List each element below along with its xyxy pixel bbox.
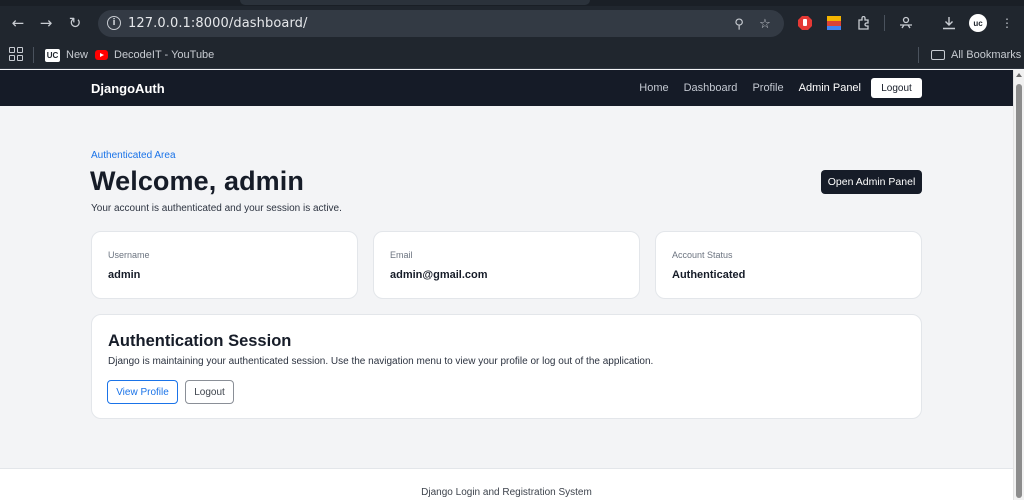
- site-info-icon[interactable]: i: [107, 16, 121, 30]
- apps-grid-icon[interactable]: [9, 47, 23, 61]
- page-title: Welcome, admin: [90, 166, 304, 196]
- scroll-up-arrow-icon[interactable]: [1016, 73, 1022, 77]
- forward-arrow-icon[interactable]: →: [35, 12, 57, 34]
- zoom-icon[interactable]: ⚲: [730, 15, 748, 33]
- all-bookmarks[interactable]: All Bookmarks: [918, 46, 1021, 64]
- open-admin-panel-button[interactable]: Open Admin Panel: [821, 170, 922, 194]
- bookmarks-bar: UC New DecodeIT - YouTube All Bookmarks: [0, 42, 1024, 69]
- scrollbar-thumb[interactable]: [1016, 84, 1022, 498]
- stat-label: Username: [108, 250, 150, 260]
- uc-icon: UC: [45, 48, 60, 62]
- bookmark-youtube[interactable]: DecodeIT - YouTube: [95, 46, 214, 64]
- bookmark-star-icon[interactable]: ☆: [756, 15, 774, 33]
- more-menu-icon[interactable]: ⋮: [998, 14, 1016, 32]
- page-scrollbar[interactable]: [1013, 70, 1024, 500]
- page-subtitle: Your account is authenticated and your s…: [91, 203, 342, 214]
- active-tab[interactable]: [240, 0, 590, 5]
- stat-label: Email: [390, 250, 413, 260]
- back-arrow-icon[interactable]: ←: [7, 12, 29, 34]
- folder-icon: [931, 50, 945, 60]
- pro-extension-icon[interactable]: [825, 14, 843, 32]
- youtube-icon: [95, 50, 108, 60]
- bookmark-label: DecodeIT - YouTube: [114, 49, 215, 61]
- all-bookmarks-label: All Bookmarks: [951, 49, 1022, 61]
- address-bar[interactable]: i 127.0.0.1:8000/dashboard/ ⚲ ☆: [98, 10, 784, 37]
- session-description: Django is maintaining your authenticated…: [108, 356, 654, 367]
- adblock-extension-icon[interactable]: [796, 14, 814, 32]
- download-icon[interactable]: [940, 14, 958, 32]
- nav-link-dashboard[interactable]: Dashboard: [684, 82, 738, 94]
- url-text[interactable]: 127.0.0.1:8000/dashboard/: [128, 16, 308, 31]
- bookmarks-divider: [918, 47, 919, 63]
- section-eyebrow: Authenticated Area: [91, 150, 176, 161]
- reload-icon[interactable]: ↻: [64, 12, 86, 34]
- browser-toolbar: ← → ↻ i 127.0.0.1:8000/dashboard/ ⚲ ☆ uc…: [0, 0, 1024, 46]
- footer-text: Django Login and Registration System: [421, 487, 592, 498]
- nav-link-profile[interactable]: Profile: [752, 82, 783, 94]
- nav-links: Home Dashboard Profile Admin Panel: [639, 82, 861, 94]
- tab-search-icon[interactable]: [897, 14, 915, 32]
- nav-link-admin-panel[interactable]: Admin Panel: [799, 82, 861, 94]
- email-card: Email admin@gmail.com: [373, 231, 640, 299]
- profile-avatar[interactable]: uc: [969, 14, 987, 32]
- view-profile-button[interactable]: View Profile: [107, 380, 178, 404]
- session-logout-button[interactable]: Logout: [185, 380, 234, 404]
- stat-value: admin: [108, 269, 141, 281]
- session-card: Authentication Session Django is maintai…: [91, 314, 922, 419]
- brand-logo[interactable]: DjangoAuth: [91, 81, 165, 96]
- bookmarks-divider: [33, 47, 34, 63]
- account-status-card: Account Status Authenticated: [655, 231, 922, 299]
- navbar-logout-button[interactable]: Logout: [871, 78, 922, 98]
- stat-value: Authenticated: [672, 269, 746, 281]
- nav-link-home[interactable]: Home: [639, 82, 668, 94]
- stat-label: Account Status: [672, 250, 733, 260]
- bookmark-label: New: [66, 49, 89, 61]
- session-title: Authentication Session: [108, 332, 292, 350]
- page-viewport: DjangoAuth Home Dashboard Profile Admin …: [0, 70, 1013, 500]
- site-navbar: DjangoAuth Home Dashboard Profile Admin …: [0, 70, 1013, 106]
- toolbar-divider: [884, 15, 885, 31]
- username-card: Username admin: [91, 231, 358, 299]
- stat-value: admin@gmail.com: [390, 269, 488, 281]
- extensions-puzzle-icon[interactable]: [855, 14, 873, 32]
- site-footer: Django Login and Registration System: [0, 468, 1013, 500]
- bookmark-new[interactable]: UC New: [45, 46, 88, 64]
